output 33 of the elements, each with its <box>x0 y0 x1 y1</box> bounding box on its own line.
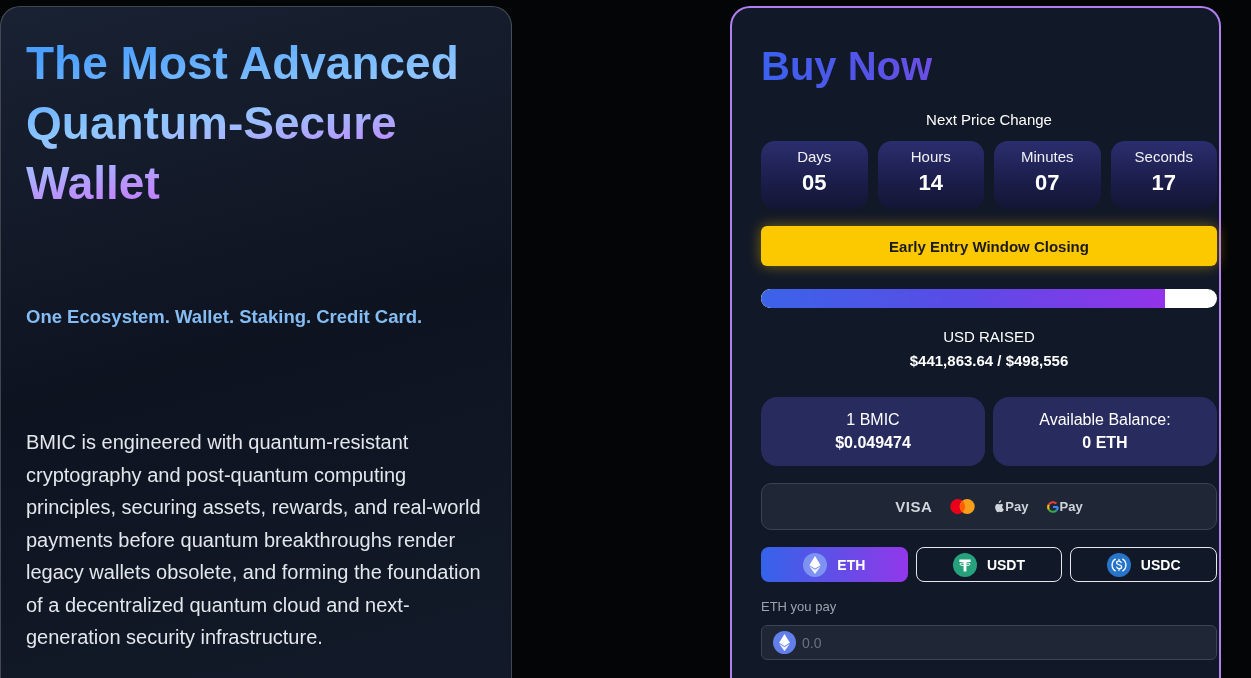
stat-value: $0.049474 <box>835 433 911 453</box>
raised-label: USD RAISED <box>943 327 1035 347</box>
wallet-label: Pay <box>1005 499 1029 514</box>
amount-label: ETH you pay <box>761 598 837 616</box>
overlapping-circles-icon <box>950 499 976 514</box>
countdown-label: Next Price Change <box>926 110 1052 130</box>
countdown-unit: Days <box>797 148 832 166</box>
apple-icon <box>993 500 1005 513</box>
countdown-unit: Seconds <box>1134 148 1193 166</box>
countdown-unit: Hours <box>910 148 951 166</box>
currency-tab[interactable]: USDC <box>1070 547 1217 582</box>
stat-label: 1 BMIC <box>846 410 900 430</box>
stat-label: Available Balance: <box>1039 410 1171 430</box>
countdown-unit: Minutes <box>1021 148 1074 166</box>
notice-banner: Early Entry Window Closing <box>761 226 1217 266</box>
raised-value: $441,863.64 / $498,556 <box>909 351 1069 371</box>
diamond-coin-icon <box>773 631 796 654</box>
card-logo-text: VISA <box>895 498 933 515</box>
tagline: One Ecosystem. Wallet. Staking. Credit Card. <box>26 305 423 329</box>
countdown-value: 05 <box>802 170 827 196</box>
currency-tab[interactable]: USDT <box>915 547 1063 582</box>
description: BMIC is engineered with quantum-resistant cryptography and post-quantum computing principles, securing assets, rewards, and real-world payments before quantum breakthroughs render legacy wallets obsolete, and forming the foundation of a decentralized quantum cloud and next-generation security infrastructure. <box>26 430 482 650</box>
countdown-value: 07 <box>1035 170 1060 196</box>
stat-value: 0 ETH <box>1082 433 1128 453</box>
countdown-value: 17 <box>1151 170 1176 196</box>
amount-input[interactable]: 0.0 <box>761 625 1217 660</box>
g-logo-icon <box>1046 500 1059 513</box>
currency-tab[interactable]: ETH <box>761 547 908 582</box>
countdown-value: 14 <box>918 170 943 196</box>
dollar-coin-icon <box>1106 552 1131 577</box>
wallet-label: Pay <box>1059 499 1083 514</box>
diamond-coin-icon <box>803 552 828 577</box>
t-coin-icon <box>952 552 977 577</box>
